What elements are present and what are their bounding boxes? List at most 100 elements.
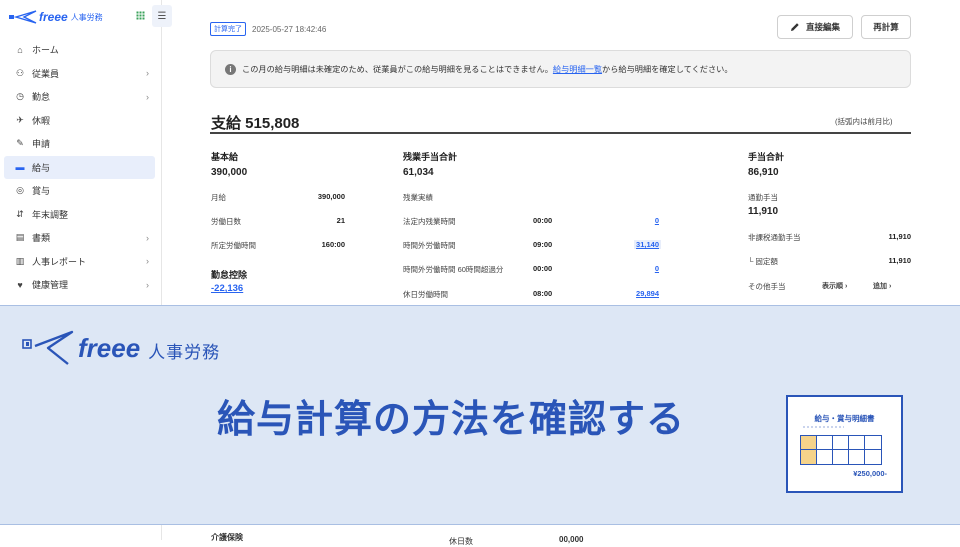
freee-bird-icon xyxy=(9,10,37,24)
overtime-total: 61,034 xyxy=(403,167,434,178)
overtime-section: 残業手当合計 61,034 xyxy=(403,150,457,178)
sidebar-item-label: 申請 xyxy=(32,139,51,150)
row-time: 00:00 xyxy=(533,216,553,225)
vacation-icon: ✈ xyxy=(16,114,24,125)
basic-salary-total: 390,000 xyxy=(211,167,248,178)
chevron-right-icon: › xyxy=(146,232,149,243)
pencil-icon xyxy=(790,23,799,31)
sidebar-item-5[interactable]: ▬ 給与 xyxy=(4,155,155,179)
bonus-icon: ◎ xyxy=(16,185,24,196)
row-label: └ 固定額 xyxy=(748,257,778,266)
row-label: 法定内残業時間 xyxy=(403,217,456,226)
row-label: 時間外労働時間 60時間超過分 xyxy=(403,265,504,274)
row-label: 月給 xyxy=(211,193,226,202)
direct-edit-label: 直接編集 xyxy=(805,22,840,32)
overtime-row: 休日労働時間 08:00 29,894 xyxy=(403,289,661,300)
comparison-note: (括弧内は前月比) xyxy=(835,117,893,126)
sidebar-item-0[interactable]: ⌂ ホーム xyxy=(4,38,155,62)
banner-title: 給与計算の方法を確認する xyxy=(217,399,686,441)
chevron-right-icon: › xyxy=(146,91,149,102)
notice-text: この月の給与明細は未確定のため、従業員がこの給与明細を見ることはできません。 xyxy=(242,65,553,74)
card-amount: ¥250,000- xyxy=(853,469,887,478)
freee-bird-icon xyxy=(22,330,74,365)
other-allowance-row: その他手当 表示順 › 追加 › xyxy=(748,281,911,292)
home-icon: ⌂ xyxy=(17,44,23,55)
add-label: 追加 xyxy=(873,283,887,290)
basic-row: 所定労働時間 160:00 xyxy=(211,240,345,251)
sidebar-item-label: 給与 xyxy=(32,162,51,173)
document-icon: ▤ xyxy=(15,232,25,243)
row-amount[interactable]: 31,140 xyxy=(634,240,661,249)
overtime-row: 時間外労働時間 09:00 31,140 xyxy=(403,240,661,251)
sidebar-item-9[interactable]: ▥ 人事レポート › xyxy=(4,250,155,274)
notice-text-after: から給与明細を確定してください。 xyxy=(602,65,733,74)
row-value: 390,000 xyxy=(317,192,345,201)
row-amount[interactable]: 0 xyxy=(653,264,661,273)
salary-icon: ▬ xyxy=(15,162,25,173)
display-order-button[interactable]: 表示順 › xyxy=(822,281,847,291)
row-label: 非課税通勤手当 xyxy=(748,233,801,242)
direct-edit-button[interactable]: 直接編集 xyxy=(777,15,853,39)
promo-banner: freee 人事労務 給与計算の方法を確認する 給与・賞与明細書 ¥250,00… xyxy=(0,305,960,525)
calc-timestamp: 2025-05-27 18:42:46 xyxy=(252,24,327,34)
logo-text: freee xyxy=(39,10,68,24)
row-label: 休日労働時間 xyxy=(403,290,448,299)
sidebar-item-3[interactable]: ✈ 休暇 xyxy=(4,109,155,133)
row-label: 労働日数 xyxy=(211,217,241,226)
row-time: 09:00 xyxy=(533,240,553,249)
overtime-row: 法定内残業時間 00:00 0 xyxy=(403,216,661,227)
sidebar-item-label: 勤怠 xyxy=(32,92,51,103)
sidebar-item-4[interactable]: ✎ 申請 xyxy=(4,132,155,156)
holiday-label: 休日数 xyxy=(449,537,473,546)
sidebar-item-6[interactable]: ◎ 賞与 xyxy=(4,179,155,203)
row-value: 160:00 xyxy=(321,240,345,249)
row-value: 11,910 xyxy=(888,232,911,241)
row-time: 08:00 xyxy=(533,289,553,298)
sidebar-item-label: 人事レポート xyxy=(32,256,87,267)
logo-sub: 人事労務 xyxy=(70,12,103,22)
request-icon: ✎ xyxy=(16,138,24,149)
sidebar-item-label: 年末調整 xyxy=(32,209,69,220)
card-title: 給与・賞与明細書 xyxy=(814,414,875,423)
allowance-title: 手当合計 xyxy=(748,152,785,162)
sidebar-item-label: 書類 xyxy=(32,233,51,244)
chevron-right-icon: › xyxy=(146,68,149,79)
year-end-icon: ⇵ xyxy=(16,208,24,219)
recalculate-button[interactable]: 再計算 xyxy=(861,15,911,39)
payslip-list-link[interactable]: 給与明細一覧 xyxy=(553,63,602,75)
payment-total: 支給 515,808 xyxy=(211,115,300,132)
allowance-total: 86,910 xyxy=(748,167,779,178)
deduction-value[interactable]: -22,136 xyxy=(211,283,247,294)
commute-title: 通勤手当 xyxy=(748,193,778,202)
basic-row: 月給 390,000 xyxy=(211,192,345,203)
payslip-illustration: 給与・賞与明細書 ¥250,000- xyxy=(786,395,903,493)
sidebar-item-7[interactable]: ⇵ 年末調整 xyxy=(4,203,155,227)
unconfirmed-notice: i この月の給与明細は未確定のため、従業員がこの給与明細を見ることはできません。… xyxy=(210,50,911,88)
banner-logo-sub: 人事労務 xyxy=(148,342,221,362)
banner-logo-text: freee xyxy=(78,332,141,363)
employee-icon: ⚇ xyxy=(15,67,25,78)
sidebar-item-10[interactable]: ♥ 健康管理 › xyxy=(4,273,155,297)
banner-logo: freee 人事労務 xyxy=(20,328,220,368)
basic-row: 労働日数 21 xyxy=(211,216,345,227)
row-amount[interactable]: 0 xyxy=(653,216,661,225)
sidebar-item-label: 健康管理 xyxy=(32,280,69,291)
sidebar-item-2[interactable]: ◷ 勤怠 › xyxy=(4,85,155,109)
app-switcher-icon[interactable] xyxy=(136,11,145,20)
row-label: 所定労働時間 xyxy=(211,241,256,250)
divider xyxy=(210,132,911,134)
sidebar-item-8[interactable]: ▤ 書類 › xyxy=(4,226,155,250)
row-amount[interactable]: 29,894 xyxy=(634,289,661,298)
sidebar-item-1[interactable]: ⚇ 従業員 › xyxy=(4,62,155,86)
attendance-deduction-section: 勤怠控除 -22,136 xyxy=(211,268,247,294)
sidebar-item-label: 賞与 xyxy=(32,186,51,197)
other-allowance-label: その他手当 xyxy=(748,282,786,291)
chevron-right-icon: › xyxy=(146,256,149,267)
sidebar-item-label: 従業員 xyxy=(32,68,60,79)
row-label: 時間外労働時間 xyxy=(403,241,456,250)
basic-salary-section: 基本給 390,000 xyxy=(211,150,247,178)
add-allowance-button[interactable]: 追加 › xyxy=(873,281,891,291)
overtime-title: 残業手当合計 xyxy=(403,152,458,162)
commute-total: 11,910 xyxy=(748,206,779,217)
sidebar-item-label: 休暇 xyxy=(32,115,51,126)
